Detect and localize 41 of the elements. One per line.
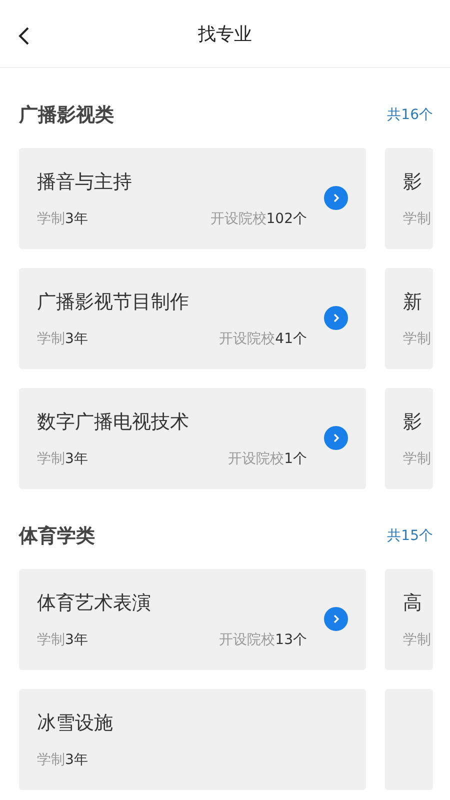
major-card[interactable]: 影 学制 (385, 148, 433, 249)
page-title: 找专业 (198, 22, 252, 46)
chevron-right-icon[interactable] (324, 607, 348, 631)
chevron-right-icon[interactable] (324, 426, 348, 450)
duration-text: 学制3年 (37, 751, 88, 769)
duration-text: 学制3年 (37, 210, 88, 228)
major-name: 体育艺术表演 (37, 591, 152, 616)
major-name: 冰雪设施 (37, 711, 114, 736)
schools-count-text: 开设院校41个 (219, 330, 307, 348)
major-name: 新 (403, 290, 423, 315)
category-count-link[interactable]: 共15个 (387, 527, 433, 545)
major-card[interactable]: 数字广播电视技术 学制3年 开设院校1个 (19, 388, 366, 489)
duration-text: 学制 (403, 631, 431, 649)
major-name: 数字广播电视技术 (37, 410, 190, 435)
schools-count-text: 开设院校1个 (228, 450, 307, 468)
major-card[interactable]: 影 学制 (385, 388, 433, 489)
category-count-link[interactable]: 共16个 (387, 106, 433, 124)
major-card[interactable]: 新 学制 (385, 268, 433, 369)
major-name: 广播影视节目制作 (37, 290, 190, 315)
schools-count-text: 开设院校13个 (219, 631, 307, 649)
category-title: 体育学类 (19, 524, 95, 549)
duration-text: 学制 (403, 210, 431, 228)
major-card[interactable]: 冰雪设施 学制3年 (19, 689, 366, 790)
duration-text: 学制 (403, 450, 431, 468)
major-card[interactable]: 播音与主持 学制3年 开设院校102个 (19, 148, 366, 249)
major-name: 影 (403, 410, 423, 435)
major-name: 影 (403, 170, 423, 195)
chevron-right-icon[interactable] (324, 306, 348, 330)
duration-text: 学制3年 (37, 631, 88, 649)
schools-count-text: 开设院校102个 (210, 210, 307, 228)
major-card[interactable]: 体育艺术表演 学制3年 开设院校13个 (19, 569, 366, 670)
major-card[interactable]: 广播影视节目制作 学制3年 开设院校41个 (19, 268, 366, 369)
major-name: 播音与主持 (37, 170, 133, 195)
category-title: 广播影视类 (19, 103, 114, 128)
chevron-right-icon[interactable] (324, 186, 348, 210)
duration-text: 学制3年 (37, 450, 88, 468)
duration-text: 学制 (403, 330, 431, 348)
major-card[interactable]: 高 学制 (385, 569, 433, 670)
major-name: 高 (403, 591, 423, 616)
back-icon (18, 26, 30, 46)
duration-text: 学制3年 (37, 330, 88, 348)
